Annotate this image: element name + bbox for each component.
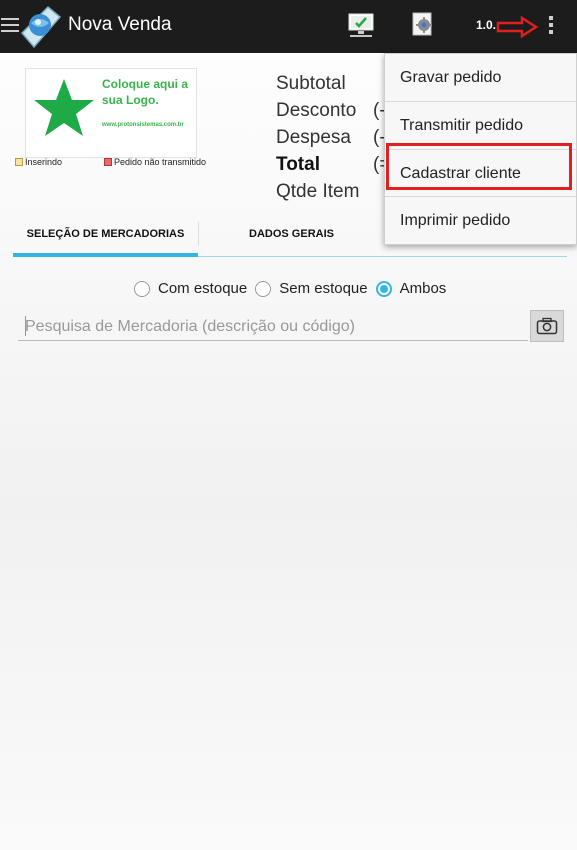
menu-item-gravar-pedido[interactable]: Gravar pedido [385,54,576,101]
menu-icon[interactable] [1,18,19,36]
highlight-annotation-box [386,143,572,190]
app-title: Nova Venda [68,14,172,35]
discount-label: Desconto [276,100,357,121]
product-search-input[interactable] [18,313,528,341]
not-transmitted-icon [104,158,112,166]
radio-com-estoque-label[interactable]: Com estoque [158,280,247,297]
tab-selecao-mercadorias[interactable]: SELEÇÃO DE MERCADORIAS [13,212,198,256]
logo-url: www.protonsistemas.com.br [102,122,184,128]
action-bar: Nova Venda 1.0. [0,0,577,53]
total-label: Total [276,154,320,175]
radio-ambos-label[interactable]: Ambos [400,280,447,297]
camera-scan-button[interactable] [530,310,564,342]
status-inserting: Inserindo [15,157,62,167]
radio-sem-estoque[interactable] [255,280,272,297]
sync-monitor-icon[interactable] [347,10,375,38]
menu-item-transmitir-pedido[interactable]: Transmitir pedido [385,102,576,149]
inserting-icon [15,158,23,166]
settings-document-icon[interactable] [410,10,436,38]
company-logo: Coloque aqui a sua Logo. www.protonsiste… [25,68,197,158]
status-inserting-label: Inserindo [25,157,63,167]
status-not-transmitted-label: Pedido não transmitido [114,157,207,167]
radio-sem-estoque-label[interactable]: Sem estoque [279,280,367,297]
menu-item-imprimir-pedido[interactable]: Imprimir pedido [385,197,576,244]
version-label: 1.0. [476,18,497,32]
camera-icon [536,317,558,335]
logo-text-line1: Coloque aqui a [102,77,189,91]
logo-text-line2: sua Logo. [102,93,159,107]
qty-items-label: Qtde Item [276,181,360,202]
radio-com-estoque[interactable] [134,280,150,297]
tab-dados-gerais[interactable]: DADOS GERAIS [199,212,384,256]
overflow-menu-icon[interactable] [540,14,562,40]
radio-ambos[interactable] [375,280,392,297]
text-cursor [25,316,26,336]
active-tab-indicator [13,253,198,257]
star-icon [34,79,94,136]
stock-filter-group: Com estoque Sem estoque Ambos [134,280,454,297]
red-arrow-annotation [496,16,539,38]
app-logo-icon[interactable] [18,3,62,49]
subtotal-label: Subtotal [276,73,346,94]
status-not-transmitted: Pedido não transmitido [104,157,206,167]
expense-label: Despesa [276,127,351,148]
